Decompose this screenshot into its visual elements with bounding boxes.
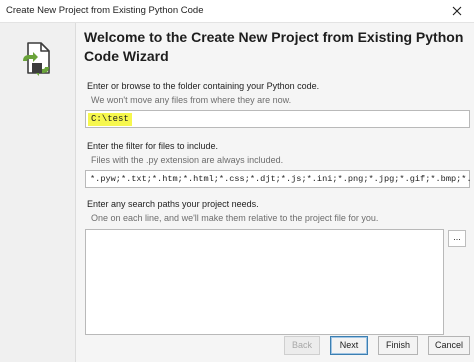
back-button[interactable]: Back — [284, 336, 320, 355]
folder-input[interactable]: C:\test — [85, 110, 470, 128]
wizard-sidebar — [0, 23, 75, 362]
search-paths-textarea[interactable] — [85, 229, 444, 335]
folder-label: Enter or browse to the folder containing… — [87, 81, 320, 91]
title-bar: Create New Project from Existing Python … — [0, 0, 474, 23]
next-button[interactable]: Next — [330, 336, 368, 355]
window-title: Create New Project from Existing Python … — [6, 5, 204, 16]
folder-input-value: C:\test — [88, 113, 132, 126]
search-paths-browse-button[interactable]: ... — [448, 230, 466, 247]
filter-input-value: *.pyw;*.txt;*.htm;*.html;*.css;*.djt;*.j… — [90, 174, 470, 184]
search-paths-hint: One on each line, and we'll make them re… — [91, 213, 379, 223]
close-icon — [452, 6, 462, 16]
close-button[interactable] — [440, 0, 474, 22]
cancel-button[interactable]: Cancel — [428, 336, 470, 355]
filter-input[interactable]: *.pyw;*.txt;*.htm;*.html;*.css;*.djt;*.j… — [85, 170, 470, 188]
filter-hint: Files with the .py extension are always … — [91, 155, 284, 165]
filter-label: Enter the filter for files to include. — [87, 141, 219, 151]
python-project-wizard-icon — [23, 42, 50, 76]
finish-button[interactable]: Finish — [378, 336, 418, 355]
page-heading: Welcome to the Create New Project from E… — [84, 29, 464, 64]
folder-hint: We won't move any files from where they … — [91, 95, 292, 105]
search-paths-label: Enter any search paths your project need… — [87, 199, 259, 209]
wizard-content: Welcome to the Create New Project from E… — [76, 23, 474, 362]
